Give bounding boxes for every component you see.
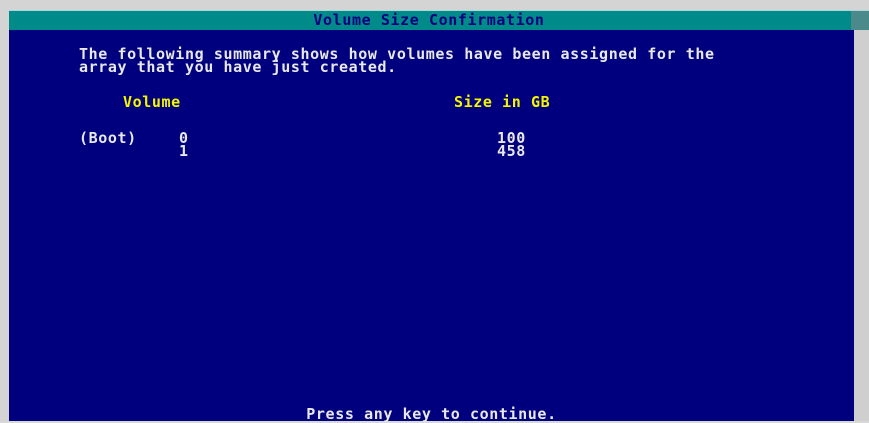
title-bar: Volume Size Confirmation xyxy=(9,10,869,30)
title-bar-edge xyxy=(851,11,869,30)
volume-number: 1 xyxy=(179,142,189,160)
column-header-size: Size in GB xyxy=(454,93,551,111)
bios-screen: Volume Size Confirmation The following s… xyxy=(0,0,869,422)
summary-line-2: array that you have just created. xyxy=(79,58,397,76)
right-border xyxy=(854,30,869,421)
continue-prompt[interactable]: Press any key to continue. xyxy=(9,407,854,422)
volume-size-panel: The following summary shows how volumes … xyxy=(9,30,854,422)
boot-tag: (Boot) xyxy=(79,129,137,147)
volume-size: 458 xyxy=(497,142,526,160)
left-border xyxy=(0,0,9,421)
dialog-title: Volume Size Confirmation xyxy=(313,11,545,29)
column-header-volume: Volume xyxy=(123,93,181,111)
